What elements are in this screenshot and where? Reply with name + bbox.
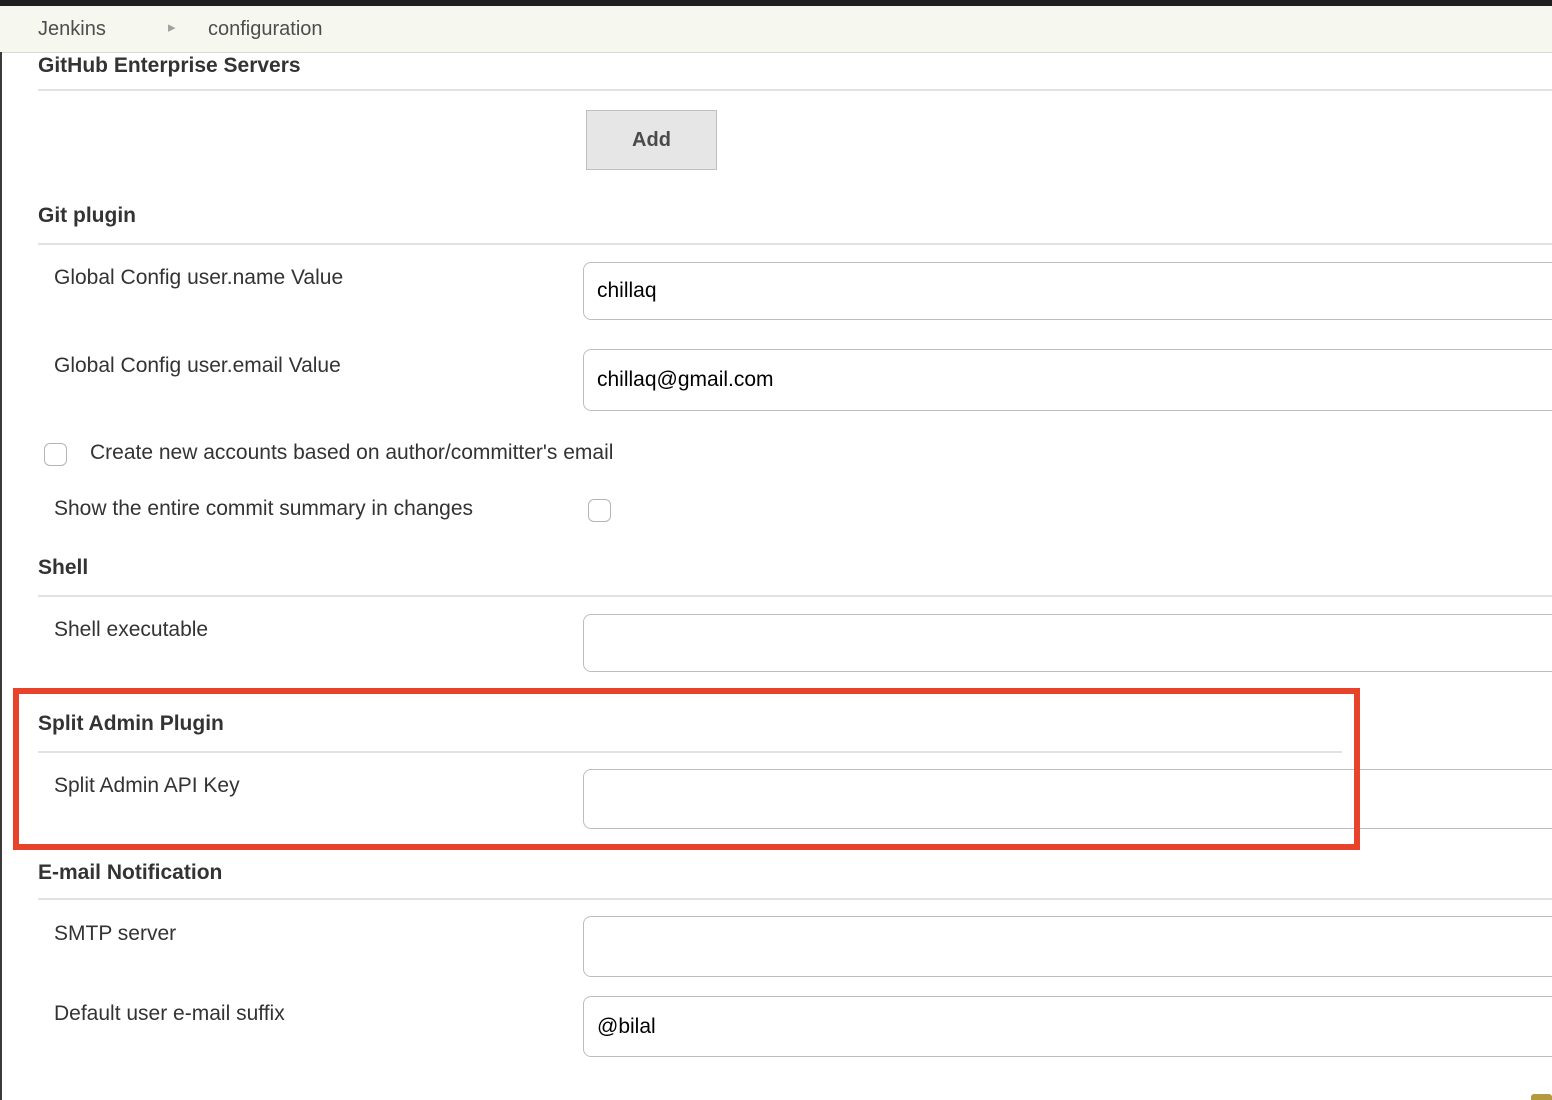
global-config-user-email-input[interactable]	[583, 349, 1552, 411]
create-accounts-checkbox[interactable]	[44, 443, 67, 466]
section-title-shell: Shell	[38, 556, 88, 580]
section-title-email-notification: E-mail Notification	[38, 861, 222, 885]
show-commit-summary-checkbox[interactable]	[588, 499, 611, 522]
label-show-commit-summary: Show the entire commit summary in change…	[54, 497, 473, 521]
breadcrumb-item-configuration[interactable]: configuration	[208, 6, 323, 52]
label-smtp-server: SMTP server	[54, 922, 176, 946]
section-title-git-plugin: Git plugin	[38, 204, 136, 228]
chevron-right-icon: ▸	[168, 6, 176, 52]
section-divider	[38, 898, 1552, 900]
section-divider	[38, 595, 1552, 597]
label-default-user-email-suffix: Default user e-mail suffix	[54, 1002, 285, 1026]
label-global-config-user-name: Global Config user.name Value	[54, 266, 343, 290]
default-user-email-suffix-input[interactable]	[583, 996, 1552, 1057]
clipped-gold-icon	[1531, 1094, 1552, 1100]
window-left-edge	[0, 52, 2, 1100]
add-github-server-button[interactable]: Add	[586, 110, 717, 170]
label-global-config-user-email: Global Config user.email Value	[54, 354, 341, 378]
section-divider	[38, 751, 1342, 753]
breadcrumb-item-jenkins[interactable]: Jenkins	[38, 6, 106, 52]
jenkins-configuration-page: Jenkins ▸ configuration GitHub Enterpris…	[0, 0, 1552, 1100]
shell-executable-input[interactable]	[583, 614, 1552, 672]
breadcrumb: Jenkins ▸ configuration	[0, 6, 1552, 53]
label-shell-executable: Shell executable	[54, 618, 208, 642]
section-divider	[38, 243, 1552, 245]
global-config-user-name-input[interactable]	[583, 262, 1552, 320]
label-split-admin-api-key: Split Admin API Key	[54, 774, 240, 798]
section-title-github-enterprise-servers: GitHub Enterprise Servers	[38, 54, 301, 78]
smtp-server-input[interactable]	[583, 916, 1552, 977]
split-admin-api-key-input[interactable]	[583, 769, 1552, 829]
section-title-split-admin-plugin: Split Admin Plugin	[38, 712, 224, 736]
label-create-accounts: Create new accounts based on author/comm…	[90, 441, 613, 465]
section-divider	[38, 89, 1552, 91]
